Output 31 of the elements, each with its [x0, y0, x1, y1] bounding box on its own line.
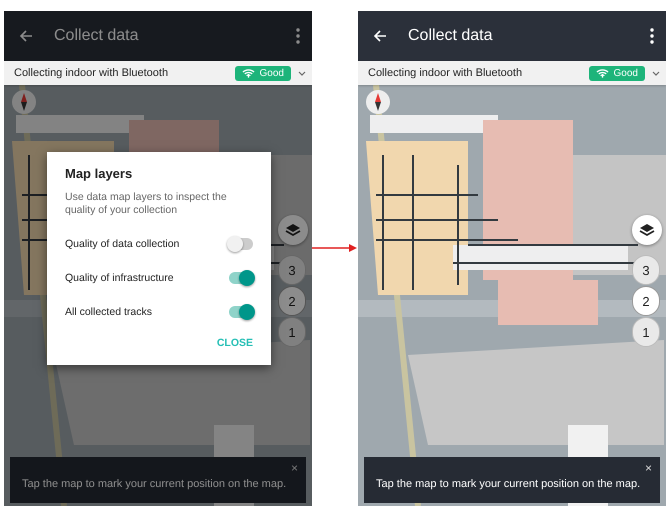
back-arrow-icon[interactable]	[18, 28, 34, 44]
wifi-icon	[596, 68, 609, 78]
close-button[interactable]: ×	[642, 461, 654, 475]
more-menu-icon[interactable]	[296, 28, 300, 44]
compass-icon[interactable]	[12, 90, 36, 114]
collection-mode-text: Collecting indoor with Bluetooth	[14, 67, 170, 79]
toggle-switch[interactable]	[229, 306, 253, 318]
screen-title: Collect data	[408, 27, 494, 45]
layers-icon	[639, 223, 655, 237]
toggle-switch[interactable]	[229, 238, 253, 250]
dialog-description: Use data map layers to inspect the quality of your collection	[65, 191, 228, 217]
compass-icon[interactable]	[366, 90, 390, 114]
back-arrow-icon[interactable]	[372, 28, 388, 44]
signal-quality-text: Good	[614, 68, 638, 78]
connector-arrow	[312, 243, 358, 253]
toggle-switch[interactable]	[229, 272, 253, 284]
wifi-icon	[242, 68, 255, 78]
chevron-down-icon[interactable]	[652, 70, 660, 76]
layer-label: Quality of infrastructure	[65, 272, 174, 284]
chevron-down-icon[interactable]	[298, 70, 306, 76]
layer-label: All collected tracks	[65, 306, 152, 318]
dialog-title: Map layers	[65, 166, 134, 181]
snackbar-message: Tap the map to mark your current position on the map.	[22, 478, 286, 490]
signal-quality-text: Good	[260, 68, 284, 78]
close-button[interactable]: ×	[288, 461, 300, 475]
layer-label: Quality of data collection	[65, 238, 180, 250]
screen-title: Collect data	[54, 27, 140, 45]
snackbar-message: Tap the map to mark your current position on the map.	[376, 478, 640, 490]
layers-icon	[285, 223, 301, 237]
collection-mode-text: Collecting indoor with Bluetooth	[368, 67, 524, 79]
more-menu-icon[interactable]	[650, 28, 654, 44]
